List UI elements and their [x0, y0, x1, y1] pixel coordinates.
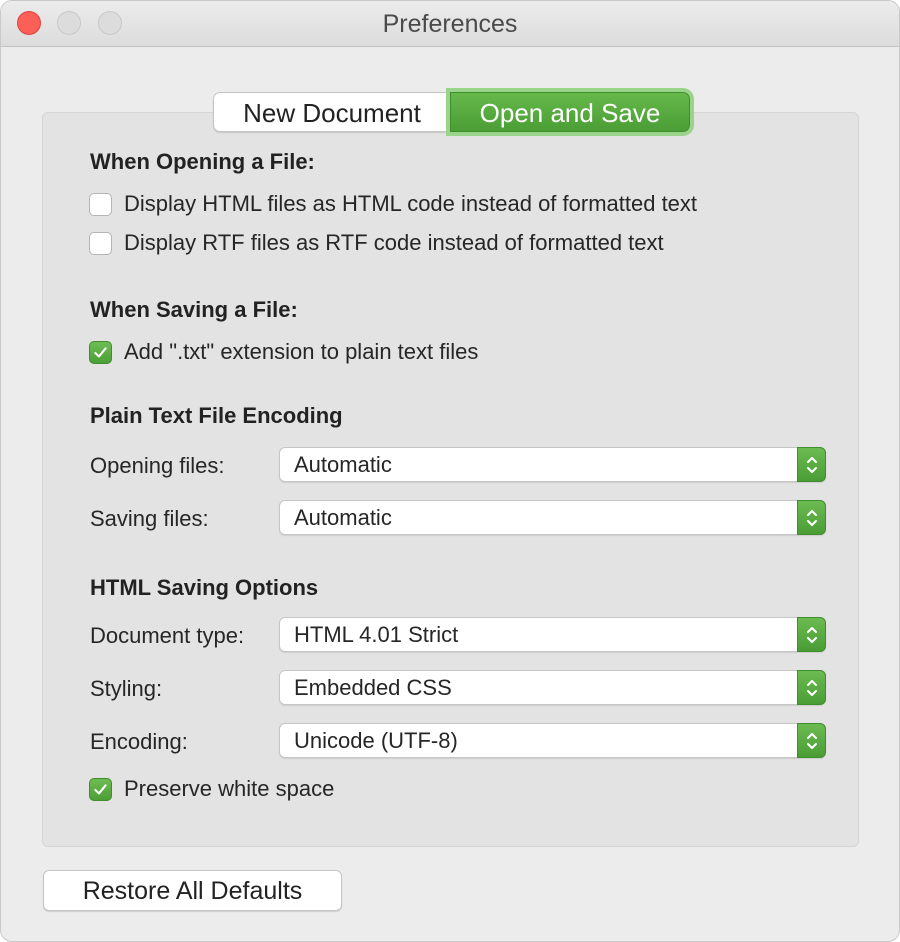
html-encoding-select[interactable]: Unicode (UTF-8)	[279, 723, 826, 758]
encoding-section-title: Plain Text File Encoding	[90, 403, 343, 428]
preferences-window: Preferences New Document Open and Save W…	[0, 0, 900, 942]
document-type-select[interactable]: HTML 4.01 Strict	[279, 617, 826, 652]
styling-value: Embedded CSS	[294, 675, 452, 700]
opening-files-value: Automatic	[294, 452, 392, 477]
opening-files-select[interactable]: Automatic	[279, 447, 826, 482]
saving-files-stepper[interactable]	[797, 500, 826, 535]
saving-section-title: When Saving a File:	[90, 297, 298, 322]
chevron-up-down-icon	[806, 626, 817, 643]
chevron-up-down-icon	[806, 509, 817, 526]
add-txt-extension-checkbox[interactable]	[89, 340, 112, 364]
checkmark-icon	[94, 346, 107, 357]
tab-open-and-save[interactable]: Open and Save	[450, 92, 690, 132]
chevron-up-down-icon	[806, 456, 817, 473]
styling-label: Styling:	[90, 676, 163, 701]
preserve-white-space-checkbox[interactable]	[89, 777, 112, 801]
checkmark-icon	[94, 783, 107, 794]
document-type-stepper[interactable]	[797, 617, 826, 652]
opening-files-label: Opening files:	[90, 453, 225, 478]
display-rtf-option[interactable]: Display RTF files as RTF code instead of…	[89, 230, 664, 256]
display-html-option[interactable]: Display HTML files as HTML code instead …	[89, 191, 697, 217]
display-rtf-label: Display RTF files as RTF code instead of…	[124, 230, 664, 255]
window-title: Preferences	[382, 10, 518, 38]
display-html-checkbox[interactable]	[89, 192, 112, 216]
tab-new-document[interactable]: New Document	[213, 92, 450, 132]
document-type-value: HTML 4.01 Strict	[294, 622, 459, 647]
saving-files-value: Automatic	[294, 505, 392, 530]
html-encoding-value: Unicode (UTF-8)	[294, 728, 458, 753]
styling-stepper[interactable]	[797, 670, 826, 705]
add-txt-extension-option[interactable]: Add ".txt" extension to plain text files	[89, 339, 478, 365]
add-txt-extension-label: Add ".txt" extension to plain text files	[124, 339, 479, 364]
chevron-up-down-icon	[806, 679, 817, 696]
preserve-white-space-label: Preserve white space	[124, 776, 335, 801]
document-type-label: Document type:	[90, 623, 245, 648]
html-encoding-label: Encoding:	[90, 729, 188, 754]
opening-section-title: When Opening a File:	[90, 149, 315, 174]
chevron-up-down-icon	[806, 732, 817, 749]
restore-all-defaults-button[interactable]: Restore All Defaults	[43, 870, 342, 911]
display-html-label: Display HTML files as HTML code instead …	[124, 191, 698, 216]
title-bar: Preferences	[1, 1, 899, 47]
html-encoding-stepper[interactable]	[797, 723, 826, 758]
preserve-white-space-option[interactable]: Preserve white space	[89, 776, 334, 802]
tab-bar: New Document Open and Save	[213, 92, 690, 132]
display-rtf-checkbox[interactable]	[89, 231, 112, 255]
html-options-section-title: HTML Saving Options	[90, 575, 319, 600]
saving-files-select[interactable]: Automatic	[279, 500, 826, 535]
saving-files-label: Saving files:	[90, 506, 209, 531]
styling-select[interactable]: Embedded CSS	[279, 670, 826, 705]
opening-files-stepper[interactable]	[797, 447, 826, 482]
